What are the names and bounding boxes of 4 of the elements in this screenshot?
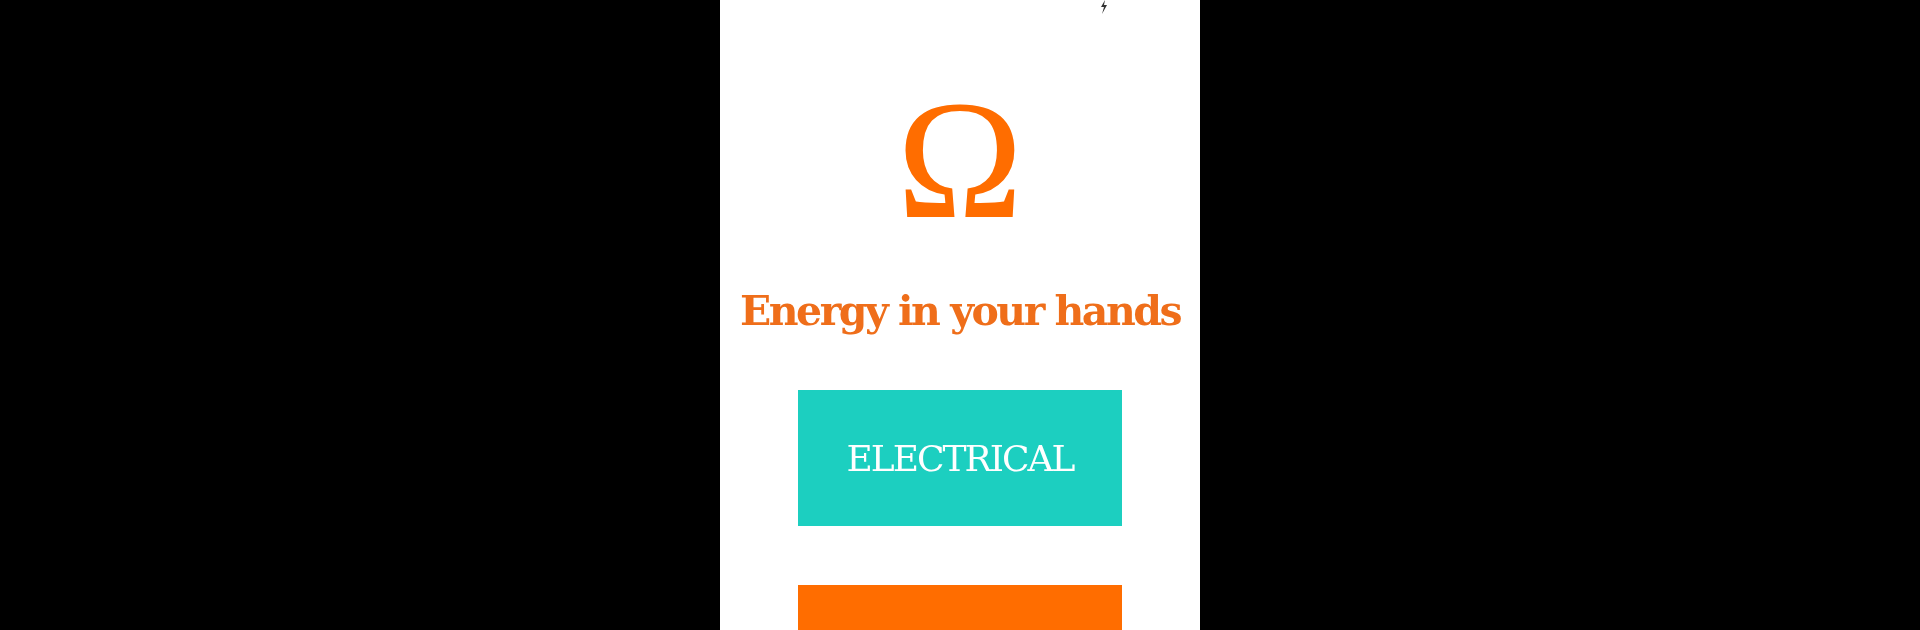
category-button[interactable]: ELECTRICAL	[798, 390, 1122, 526]
tagline: Energy in your hands	[740, 286, 1180, 337]
omega-logo: Ω	[896, 90, 1024, 230]
lightning-icon	[1100, 0, 1108, 14]
